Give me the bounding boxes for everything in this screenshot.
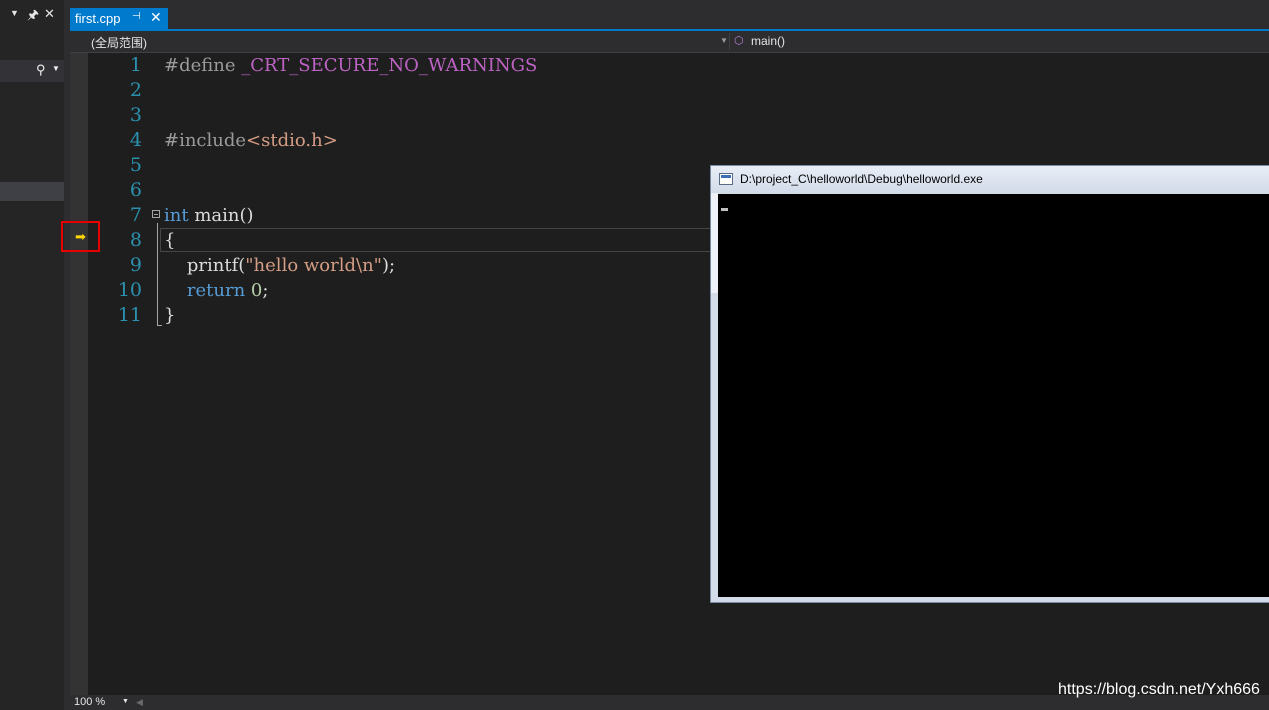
console-title: D:\project_C\helloworld\Debug\helloworld…: [740, 172, 983, 186]
close-icon[interactable]: ✕: [44, 6, 55, 22]
collapse-toggle-icon[interactable]: [152, 210, 160, 218]
search-options-chevron-icon[interactable]: ▼: [52, 64, 60, 73]
tab-pin-icon[interactable]: ⊣: [132, 11, 141, 22]
macro-token: _CRT_SECURE_NO_WARNINGS: [241, 55, 538, 76]
scope-dropdown[interactable]: (全局范围): [91, 34, 147, 51]
instruction-pointer-arrow-icon[interactable]: ➡: [75, 229, 86, 245]
line-number: 5: [129, 154, 142, 176]
watermark-text: https://blog.csdn.net/Yxh666: [1058, 681, 1260, 698]
console-title-bar[interactable]: D:\project_C\helloworld\Debug\helloworld…: [711, 166, 1269, 193]
scroll-left-icon[interactable]: ◀: [136, 697, 143, 708]
line-number: 4: [129, 129, 142, 151]
panel-search-box[interactable]: ⚲ ▼: [0, 60, 64, 82]
navigation-bar: (全局范围) ▼ ⬡ main(): [70, 31, 1269, 53]
code-line[interactable]: 3: [88, 103, 1269, 128]
line-number: 10: [117, 279, 142, 301]
code-text: int main(): [164, 203, 254, 228]
console-scrollbar[interactable]: [711, 193, 718, 293]
line-number: 11: [117, 304, 142, 326]
console-app-icon: [719, 173, 733, 185]
search-icon[interactable]: ⚲: [36, 62, 46, 78]
keyword-token: return: [164, 280, 251, 301]
line-number: 6: [129, 179, 142, 201]
code-text: #include<stdio.h>: [164, 128, 338, 153]
line-number: 1: [129, 54, 142, 76]
zoom-level-dropdown[interactable]: 100 %: [74, 696, 105, 708]
scope-dropdown-chevron-icon[interactable]: ▼: [720, 36, 728, 45]
number-literal-token: 0: [250, 280, 263, 301]
line-number: 3: [129, 104, 142, 126]
keyword-token: int: [164, 205, 189, 226]
code-text: printf("hello world\n");: [164, 253, 395, 278]
console-output-area[interactable]: [718, 194, 1269, 597]
line-number: 2: [129, 79, 142, 101]
string-literal-token: "hello world\n": [245, 255, 382, 276]
outline-fold-end: [157, 325, 162, 326]
console-window[interactable]: D:\project_C\helloworld\Debug\helloworld…: [710, 165, 1269, 603]
preprocessor-token: #include: [164, 130, 247, 151]
function-call-token: printf(: [164, 255, 246, 276]
tab-close-icon[interactable]: ✕: [150, 9, 162, 26]
function-cube-icon: ⬡: [734, 35, 744, 47]
preprocessor-token: #define: [164, 55, 242, 76]
line-number: 9: [129, 254, 142, 276]
zoom-chevron-icon[interactable]: ▼: [122, 698, 129, 705]
navbar-divider: [729, 33, 730, 50]
document-tab-strip: [70, 0, 1269, 29]
punctuation-token: ;: [262, 280, 269, 301]
panel-header: ▼ 🖈 ✕: [0, 6, 64, 28]
include-path-token: <stdio.h>: [246, 130, 338, 151]
code-text: }: [164, 305, 176, 326]
console-cursor: [721, 208, 728, 211]
punctuation-token: );: [381, 255, 396, 276]
code-text: #define _CRT_SECURE_NO_WARNINGS: [164, 53, 537, 78]
selected-tree-item[interactable]: [0, 182, 64, 201]
chevron-down-icon[interactable]: ▼: [10, 8, 19, 18]
indicator-margin[interactable]: [70, 53, 88, 695]
code-line[interactable]: 1 #define _CRT_SECURE_NO_WARNINGS: [88, 53, 1269, 78]
function-dropdown[interactable]: main(): [751, 34, 785, 48]
code-text: {: [164, 230, 176, 251]
outline-fold-line: [157, 223, 158, 325]
solution-explorer-panel: ▼ 🖈 ✕ ⚲ ▼: [0, 0, 64, 710]
pin-icon[interactable]: 🖈: [27, 6, 39, 28]
code-text: return 0;: [164, 278, 269, 303]
code-line[interactable]: 2: [88, 78, 1269, 103]
tab-title: first.cpp: [75, 11, 121, 26]
function-decl-token: main(): [188, 205, 254, 226]
code-line[interactable]: 4 #include<stdio.h>: [88, 128, 1269, 153]
tab-first-cpp[interactable]: first.cpp ⊣ ✕: [70, 8, 168, 29]
